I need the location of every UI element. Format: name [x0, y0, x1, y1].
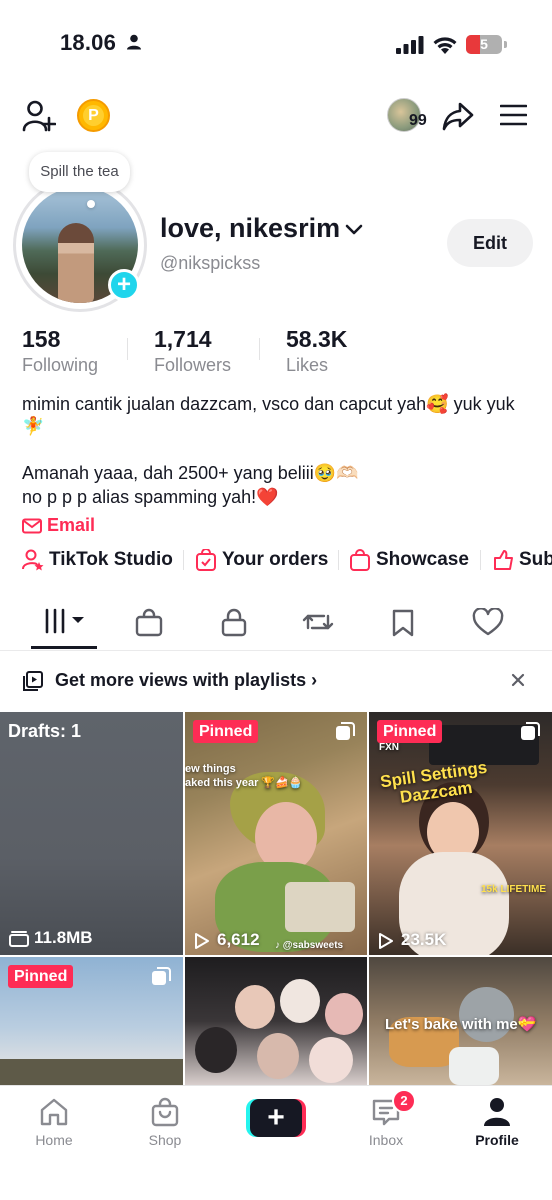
person-icon	[127, 34, 141, 50]
repost-icon	[302, 614, 334, 630]
chevron-down-icon[interactable]	[345, 224, 363, 236]
grid-icon	[45, 608, 84, 634]
tab-private[interactable]	[219, 604, 259, 640]
subscription-link[interactable]: Sub	[492, 546, 552, 574]
friends-count: 99	[409, 112, 427, 129]
tab-favorites[interactable]	[389, 604, 429, 640]
photo-mode-icon	[152, 967, 171, 985]
drafts-icon	[9, 931, 29, 947]
play-icon	[195, 933, 209, 949]
tab-reposts[interactable]	[302, 604, 342, 640]
profile-icon	[484, 1098, 510, 1126]
plus-icon: +	[250, 1099, 302, 1137]
bag-icon	[135, 608, 163, 637]
tab-videos[interactable]	[44, 604, 88, 640]
active-tab-indicator	[31, 646, 97, 649]
status-time: 18.06	[60, 30, 117, 55]
add-story-button[interactable]: +	[108, 269, 140, 301]
stat-divider	[259, 338, 260, 360]
your-orders-link[interactable]: Your orders	[195, 546, 331, 574]
subscription-icon	[494, 550, 513, 570]
bookmark-icon	[392, 609, 414, 637]
video-tile[interactable]: Pinned ew things aked this year 🏆🍰🧁 ♪ @s…	[185, 712, 367, 955]
shop-icon	[151, 1097, 179, 1127]
showcase-link[interactable]: Showcase	[349, 546, 471, 574]
stat-following[interactable]: 158 Following	[22, 326, 98, 376]
link-divider	[183, 550, 184, 570]
profile-handle: @nikspickss	[160, 253, 261, 273]
bio-line: 🧚	[22, 416, 45, 436]
status-bar: 18.06 5	[0, 0, 552, 90]
create-button[interactable]: +	[246, 1099, 306, 1137]
wifi-icon	[433, 37, 457, 54]
stat-followers[interactable]: 1,714 Followers	[154, 326, 231, 376]
close-icon[interactable]	[511, 673, 525, 687]
bio-line: Amanah yaaa, dah 2500+ yang beliii🥹🫶🏻	[22, 463, 359, 483]
studio-icon	[22, 549, 44, 571]
video-tile[interactable]: Let's bake with me💝	[369, 957, 552, 1085]
note-bubble[interactable]: Spill the tea	[29, 152, 130, 192]
nav-shop[interactable]: Shop	[125, 1096, 205, 1156]
add-friend-icon[interactable]	[22, 100, 56, 132]
home-icon	[40, 1098, 68, 1126]
video-tile[interactable]	[185, 957, 367, 1085]
coin-icon[interactable]: P	[77, 99, 110, 132]
edit-profile-button[interactable]: Edit	[447, 219, 533, 267]
orders-icon	[196, 549, 216, 571]
photo-mode-icon	[336, 722, 355, 740]
nav-home[interactable]: Home	[14, 1096, 94, 1156]
bottom-nav: Home Shop + Inbox Profile	[0, 1085, 552, 1200]
video-tile[interactable]: FXN Pinned Spill Settings Dazzcam 15k LI…	[369, 712, 552, 955]
lock-icon	[221, 608, 247, 637]
playlist-icon	[23, 671, 43, 691]
bio-line: mimin cantik jualan dazzcam, vsco dan ca…	[22, 394, 515, 414]
battery-cap	[504, 41, 507, 48]
playlist-promo[interactable]: Get more views with playlists ›	[55, 670, 317, 691]
stat-likes[interactable]: 58.3K Likes	[286, 326, 347, 376]
note-bubble-dot	[87, 200, 95, 208]
heart-icon	[472, 608, 504, 636]
battery-icon: 5	[466, 35, 502, 54]
pinned-badge: Pinned	[8, 965, 74, 988]
play-icon	[379, 933, 393, 949]
tab-divider	[0, 650, 552, 651]
tab-liked[interactable]	[472, 604, 512, 640]
showcase-icon	[350, 549, 370, 571]
tab-shop[interactable]	[134, 604, 174, 640]
stat-divider	[127, 338, 128, 360]
pinned-badge: Pinned	[377, 720, 443, 743]
tiktok-studio-link[interactable]: TikTok Studio	[22, 546, 174, 574]
pinned-badge: Pinned	[193, 720, 259, 743]
share-icon[interactable]	[442, 101, 474, 131]
link-divider	[480, 550, 481, 570]
inbox-badge: 2	[392, 1089, 416, 1113]
drafts-tile[interactable]: Drafts: 1 11.8MB	[0, 712, 183, 955]
signal-icon	[396, 36, 424, 54]
bio-line: no p p p alias spamming yah!❤️	[22, 487, 279, 507]
profile-name[interactable]: love, nikesrim	[160, 213, 340, 244]
photo-mode-icon	[521, 722, 540, 740]
video-tile[interactable]: Pinned	[0, 957, 183, 1085]
menu-icon[interactable]	[500, 104, 527, 126]
link-divider	[338, 550, 339, 570]
nav-profile[interactable]: Profile	[457, 1096, 537, 1156]
email-link[interactable]: Email	[47, 515, 95, 536]
mail-icon[interactable]	[22, 518, 42, 534]
